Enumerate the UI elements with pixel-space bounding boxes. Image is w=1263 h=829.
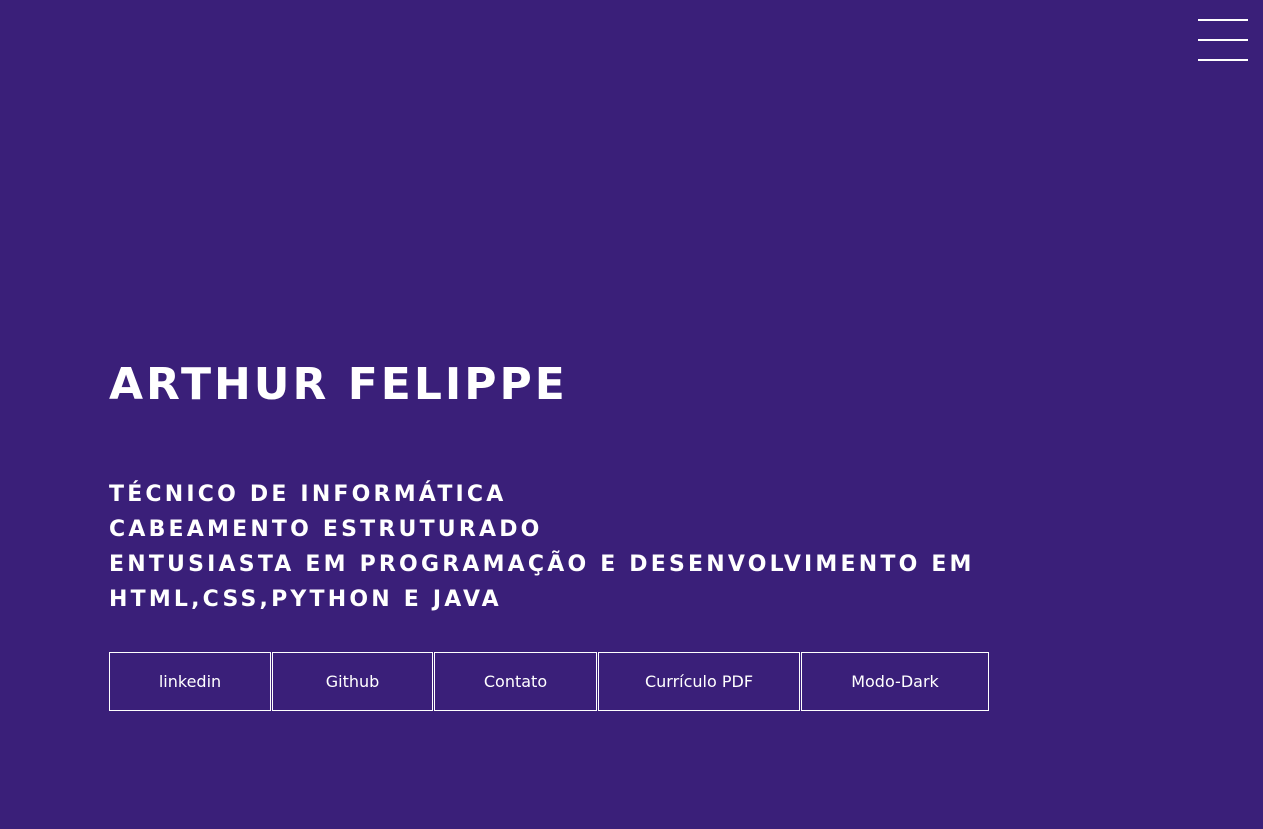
page: ARTHUR FELIPPE TÉCNICO DE INFORMÁTICA CA… (0, 0, 1263, 829)
role-line: CABEAMENTO ESTRUTURADO (109, 517, 543, 542)
action-buttons: linkedin Github Contato Currículo PDF Mo… (109, 652, 989, 711)
resume-pdf-button[interactable]: Currículo PDF (598, 652, 800, 711)
contact-button[interactable]: Contato (434, 652, 597, 711)
role-line: TÉCNICO DE INFORMÁTICA (109, 482, 507, 507)
roles-list: TÉCNICO DE INFORMÁTICA CABEAMENTO ESTRUT… (109, 477, 1109, 617)
menu-line (1198, 19, 1248, 21)
hero-section: ARTHUR FELIPPE TÉCNICO DE INFORMÁTICA CA… (109, 355, 1109, 617)
linkedin-button[interactable]: linkedin (109, 652, 271, 711)
github-button[interactable]: Github (272, 652, 433, 711)
menu-line (1198, 59, 1248, 61)
menu-line (1198, 39, 1248, 41)
role-line: HTML,CSS,PYTHON E JAVA (109, 587, 502, 612)
role-line: ENTUSIASTA EM PROGRAMAÇÃO E DESENVOLVIME… (109, 552, 975, 577)
hamburger-menu-icon[interactable] (1198, 18, 1248, 62)
page-title: ARTHUR FELIPPE (109, 359, 568, 410)
dark-mode-button[interactable]: Modo-Dark (801, 652, 989, 711)
